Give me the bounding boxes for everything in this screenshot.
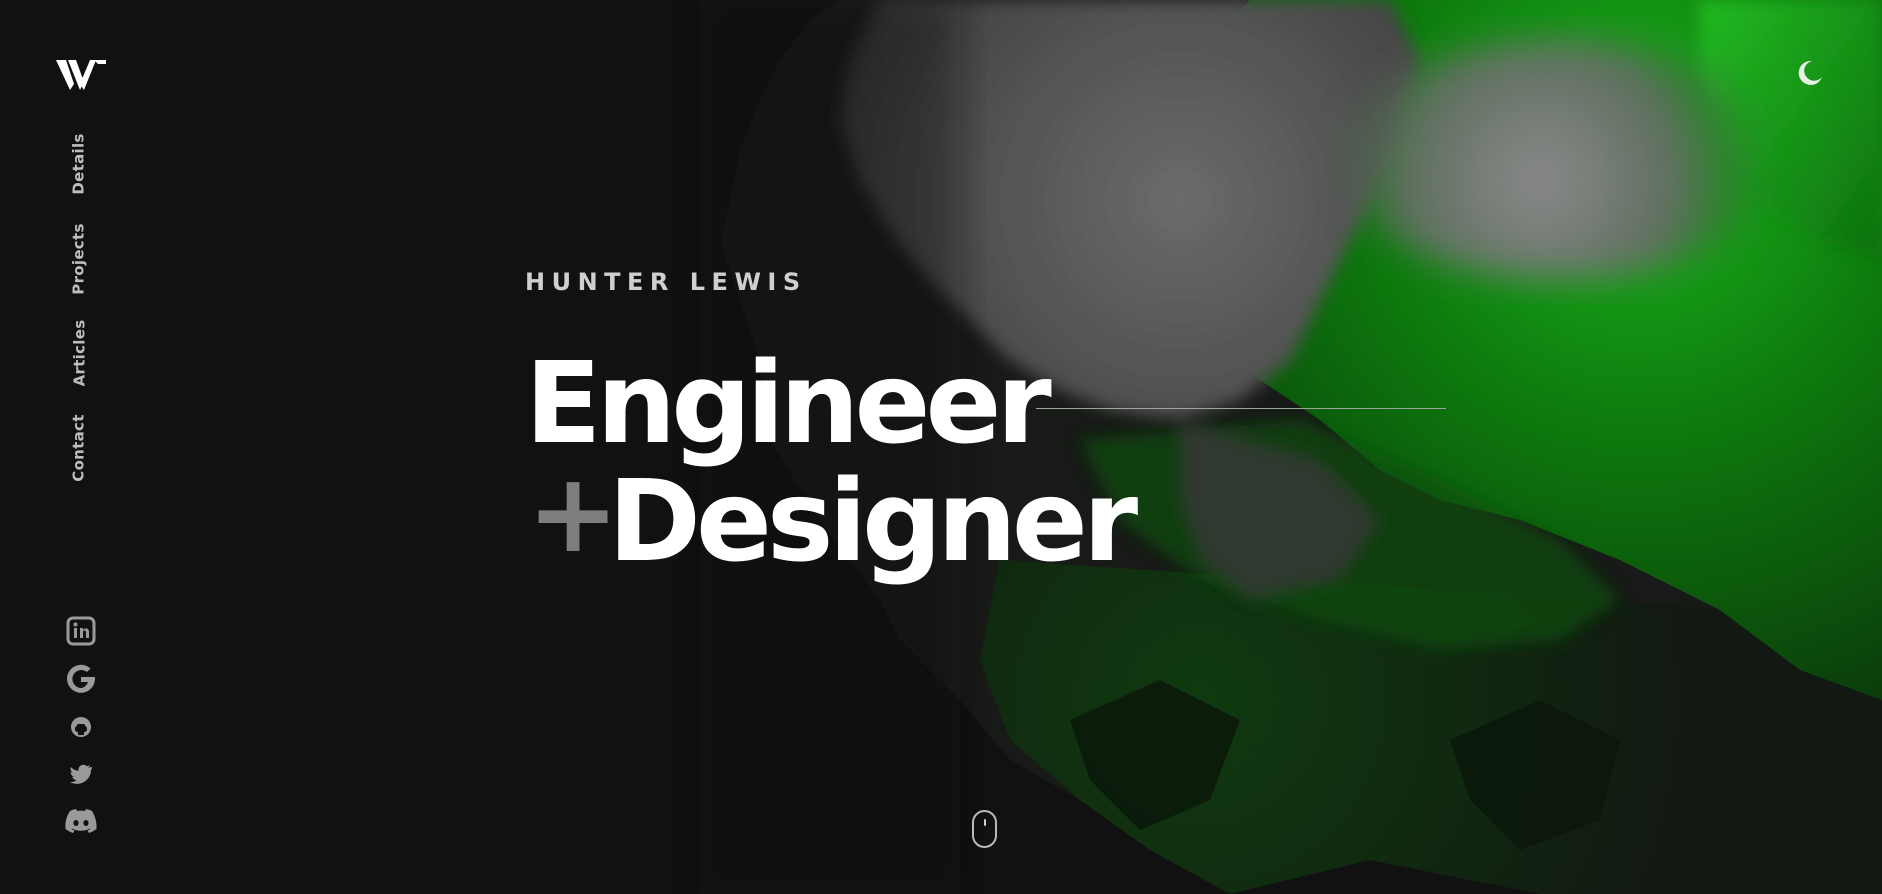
- hero-plus-symbol: +: [527, 449, 620, 577]
- nav-details-link[interactable]: Details: [64, 133, 94, 195]
- twitter-icon: [70, 764, 92, 784]
- nav-contact-link[interactable]: Contact: [64, 412, 94, 484]
- nav-item-label: Projects: [70, 223, 88, 295]
- nav-item-label: Details: [70, 133, 89, 195]
- linkedin-icon: [66, 616, 96, 646]
- github-link[interactable]: [62, 716, 100, 738]
- hero-title-line1: Engineer: [525, 339, 1052, 469]
- moon-icon[interactable]: [1794, 58, 1824, 88]
- github-icon: [71, 717, 91, 737]
- mouse-scroll-icon[interactable]: [972, 810, 997, 848]
- w-monogram-logo[interactable]: [56, 56, 106, 92]
- hero-page: Details Projects Articles Contact HUNTER…: [0, 0, 1882, 894]
- google-link[interactable]: [62, 662, 100, 696]
- discord-icon: [65, 809, 97, 833]
- nav-articles-link[interactable]: Articles: [64, 319, 94, 387]
- hero-divider-line: [1036, 408, 1446, 409]
- nav-item-label: Articles: [70, 319, 89, 387]
- discord-link[interactable]: [62, 808, 100, 834]
- scroll-wheel: [984, 819, 986, 826]
- linkedin-link[interactable]: [62, 616, 100, 646]
- hero-name: HUNTER LEWIS: [525, 268, 807, 296]
- nav-projects-link[interactable]: Projects: [64, 222, 94, 296]
- nav-item-label: Contact: [70, 414, 89, 482]
- google-icon: [67, 664, 95, 693]
- twitter-link[interactable]: [62, 764, 100, 784]
- vertical-nav: Details Projects Articles Contact: [64, 130, 94, 490]
- hero-title-line2: Designer: [608, 457, 1138, 587]
